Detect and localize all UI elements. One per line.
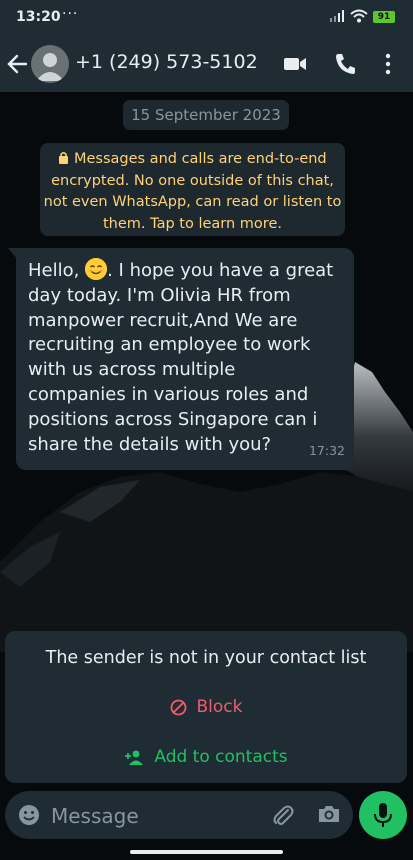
add-to-contacts-button[interactable]: Add to contacts bbox=[5, 743, 407, 771]
add-to-contacts-label: Add to contacts bbox=[154, 747, 288, 767]
camera-icon[interactable] bbox=[317, 803, 341, 829]
message-line-4: recruiting an employee to work bbox=[28, 334, 311, 356]
message-line-3: manpower recruit,And We are bbox=[28, 309, 298, 331]
message-line-8: share the details with you? bbox=[28, 433, 272, 455]
wifi-icon bbox=[350, 9, 368, 27]
attach-icon[interactable] bbox=[271, 802, 295, 832]
emoji-icon[interactable] bbox=[17, 803, 41, 831]
video-call-icon[interactable] bbox=[283, 52, 307, 80]
home-indicator[interactable] bbox=[130, 850, 283, 854]
mic-button[interactable] bbox=[359, 791, 407, 839]
encryption-line-4: them. Tap to learn more. bbox=[103, 215, 282, 232]
status-bar: 13:20 ··· 91 bbox=[0, 0, 413, 36]
lock-icon bbox=[58, 151, 74, 167]
notification-dots: ··· bbox=[62, 6, 79, 22]
contact-name[interactable]: +1 (249) 573-5102 bbox=[75, 51, 258, 73]
encryption-line-1: Messages and calls are end-to-end bbox=[73, 151, 327, 167]
message-composer bbox=[5, 791, 353, 839]
phone-call-icon[interactable] bbox=[334, 52, 356, 80]
battery-icon: 91 bbox=[373, 11, 395, 23]
block-label: Block bbox=[196, 697, 243, 717]
encryption-notice[interactable]: Messages and calls are end-to-end encryp… bbox=[40, 143, 345, 236]
chat-header: +1 (249) 573-5102 bbox=[0, 36, 413, 92]
message-line-1-rest: . I hope you have a great bbox=[107, 260, 334, 281]
avatar[interactable] bbox=[31, 45, 69, 83]
more-options-icon[interactable] bbox=[384, 52, 392, 80]
encryption-line-3: not even WhatsApp, can read or listen to bbox=[43, 194, 342, 210]
incoming-message-bubble[interactable]: Hello, . I hope you have a great day tod… bbox=[8, 248, 354, 470]
status-time: 13:20 bbox=[16, 9, 61, 25]
message-timestamp: 17:32 bbox=[308, 443, 345, 459]
encryption-line-2: encrypted. No one outside of this chat, bbox=[51, 172, 334, 189]
block-button[interactable]: Block bbox=[5, 693, 407, 721]
back-arrow-icon[interactable] bbox=[6, 50, 28, 78]
message-greeting: Hello, bbox=[28, 260, 80, 281]
date-chip: 15 September 2023 bbox=[123, 100, 289, 130]
message-line-5: with us across multiple bbox=[28, 359, 236, 381]
add-contact-icon bbox=[124, 749, 144, 765]
message-line-6: companies in various roles and bbox=[28, 383, 309, 405]
bubble-tail bbox=[8, 248, 18, 260]
unknown-sender-notice: The sender is not in your contact list bbox=[45, 648, 367, 668]
unknown-sender-panel: The sender is not in your contact list B… bbox=[5, 631, 407, 783]
signal-icon bbox=[330, 10, 346, 26]
message-line-7: positions across Singapore can i bbox=[28, 408, 318, 430]
mic-icon bbox=[373, 802, 393, 832]
message-line-2: day today. I'm Olivia HR from bbox=[28, 284, 291, 306]
smiling-face-emoji bbox=[85, 258, 108, 280]
block-icon bbox=[170, 699, 187, 716]
message-input[interactable] bbox=[49, 799, 263, 833]
